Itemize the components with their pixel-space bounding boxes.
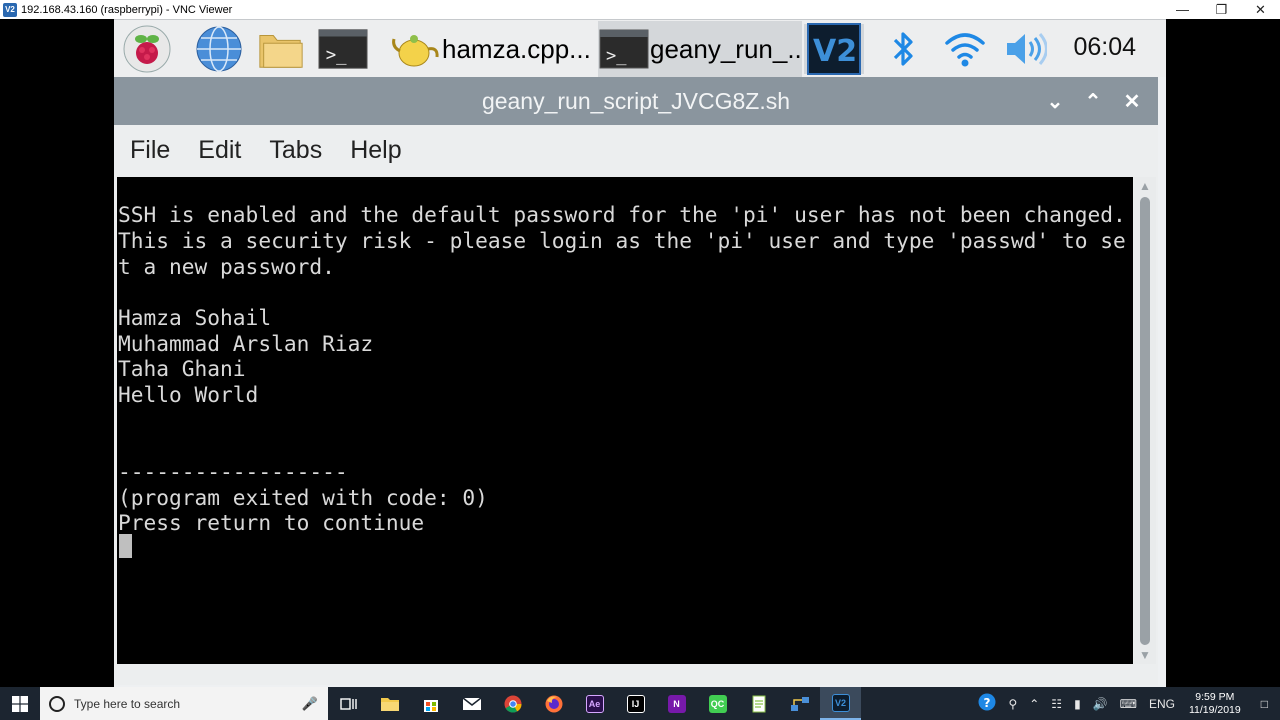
close-icon[interactable]: ✕ xyxy=(1117,86,1147,116)
terminal-scrollbar[interactable]: ▲ ▼ xyxy=(1134,177,1156,664)
scroll-up-arrow-icon[interactable]: ▲ xyxy=(1134,177,1156,195)
terminal-line: This is a security risk - please login a… xyxy=(118,228,1126,253)
file-manager-folder-icon[interactable] xyxy=(256,24,306,74)
terminal-line: Muhammad Arslan Riaz xyxy=(118,331,374,356)
menu-tabs[interactable]: Tabs xyxy=(269,136,322,165)
terminal-menubar: File Edit Tabs Help xyxy=(114,125,1158,175)
speaker-icon[interactable]: 🔊 xyxy=(1087,697,1114,711)
task-view-icon[interactable] xyxy=(328,687,369,720)
microphone-icon[interactable]: 🎤 xyxy=(302,696,318,712)
terminal-line: t a new password. xyxy=(118,254,335,279)
panel-clock: 06:04 xyxy=(1073,33,1136,61)
firefox-icon[interactable] xyxy=(533,687,574,720)
scrollbar-thumb[interactable] xyxy=(1140,197,1150,645)
scroll-down-arrow-icon[interactable]: ▼ xyxy=(1134,646,1156,664)
mail-icon[interactable] xyxy=(451,687,492,720)
chevron-up-icon[interactable]: ⌃ xyxy=(1023,697,1045,711)
windows-search-box[interactable]: Type here to search 🎤 xyxy=(40,687,328,720)
terminal-line: Hello World xyxy=(118,382,259,407)
pi-panel: >_ hamza.cpp... >_ geany_run_... V2 06:0… xyxy=(114,19,1166,77)
close-icon[interactable]: ✕ xyxy=(1241,0,1280,19)
help-icon[interactable]: ? xyxy=(972,693,1002,714)
vnc-viewer-taskbar-icon[interactable]: V2 xyxy=(820,687,861,720)
language-indicator[interactable]: ENG xyxy=(1143,697,1181,711)
windows-taskbar: Type here to search 🎤 Ae IJ N QC V2 ? ⚲ … xyxy=(0,687,1280,720)
file-explorer-icon[interactable] xyxy=(369,687,410,720)
cortana-circle-icon xyxy=(49,695,65,712)
chevron-up-icon[interactable]: ⌃ xyxy=(1078,86,1108,116)
raspberry-menu-icon[interactable] xyxy=(122,24,172,74)
notepad-plus-icon[interactable] xyxy=(738,687,779,720)
terminal-line: (program exited with code: 0) xyxy=(118,485,488,510)
svg-text:>_: >_ xyxy=(606,46,627,66)
restore-icon[interactable]: ❐ xyxy=(1202,0,1241,19)
notification-icon[interactable]: □ xyxy=(1249,697,1280,711)
menu-file[interactable]: File xyxy=(130,136,170,165)
chevron-down-icon[interactable]: ⌄ xyxy=(1040,86,1070,116)
remote-desktop: >_ hamza.cpp... >_ geany_run_... V2 06:0… xyxy=(114,19,1166,687)
windows-start-icon[interactable] xyxy=(0,687,40,720)
datetime[interactable]: 9:59 PM 11/19/2019 xyxy=(1181,691,1249,717)
terminal-line: Taha Ghani xyxy=(118,356,246,381)
qt-creator-icon[interactable]: QC xyxy=(697,687,738,720)
people-icon[interactable]: ⚲ xyxy=(1002,697,1023,711)
text-cursor xyxy=(119,534,132,558)
svg-text:?: ? xyxy=(984,696,991,710)
terminal-line: SSH is enabled and the default password … xyxy=(118,202,1126,227)
bluetooth-icon[interactable] xyxy=(882,24,924,74)
volume-icon[interactable] xyxy=(1002,24,1048,74)
terminal-line: Hamza Sohail xyxy=(118,305,272,330)
minimize-icon[interactable]: — xyxy=(1163,0,1202,19)
terminal-output[interactable]: SSH is enabled and the default password … xyxy=(117,177,1133,664)
menu-help[interactable]: Help xyxy=(350,136,401,165)
menu-edit[interactable]: Edit xyxy=(198,136,241,165)
onenote-icon[interactable]: N xyxy=(656,687,697,720)
browser-globe-icon[interactable] xyxy=(194,24,244,74)
geany-teapot-icon xyxy=(390,25,442,73)
terminal-window: geany_run_script_JVCG8Z.sh ⌄ ⌃ ✕ File Ed… xyxy=(114,77,1158,685)
terminal-line: ------------------ xyxy=(118,459,348,484)
taskbar-date: 11/19/2019 xyxy=(1188,703,1241,716)
terminal-task-icon: >_ xyxy=(598,25,650,73)
store-bag-icon[interactable] xyxy=(410,687,451,720)
task-geany-run[interactable]: >_ geany_run_... xyxy=(598,21,802,77)
keyboard-icon[interactable]: ⌨ xyxy=(1114,697,1143,711)
search-placeholder: Type here to search xyxy=(74,696,181,711)
task-hamza-cpp[interactable]: hamza.cpp... xyxy=(390,21,596,77)
taskbar-time: 9:59 PM xyxy=(1195,690,1235,703)
terminal-launcher-icon[interactable]: >_ xyxy=(318,24,368,74)
vnc-titlebar: V2 192.168.43.160 (raspberrypi) - VNC Vi… xyxy=(0,0,1280,19)
task-label: hamza.cpp... xyxy=(442,33,591,64)
chrome-icon[interactable] xyxy=(492,687,533,720)
system-tray: ? ⚲ ⌃ ☷ ▮ 🔊 ⌨ ENG 9:59 PM 11/19/2019 □ xyxy=(972,687,1280,720)
svg-text:>_: >_ xyxy=(326,46,347,66)
network-icon[interactable]: ☷ xyxy=(1045,697,1068,711)
terminal-title: geany_run_script_JVCG8Z.sh xyxy=(481,87,791,114)
svg-text:V2: V2 xyxy=(813,34,857,69)
vnc-server-icon[interactable]: V2 xyxy=(804,23,864,75)
vnc-window-title: 192.168.43.160 (raspberrypi) - VNC Viewe… xyxy=(21,3,233,16)
terminal-line: Press return to continue xyxy=(118,510,425,535)
terminal-titlebar[interactable]: geany_run_script_JVCG8Z.sh ⌄ ⌃ ✕ xyxy=(114,77,1158,125)
battery-icon[interactable]: ▮ xyxy=(1068,697,1087,711)
task-label: geany_run_... xyxy=(650,33,802,64)
vnc-logo-icon: V2 xyxy=(3,2,17,17)
network-tool-icon[interactable] xyxy=(779,687,820,720)
wifi-icon[interactable] xyxy=(940,24,990,74)
after-effects-icon[interactable]: Ae xyxy=(574,687,615,720)
intellij-icon[interactable]: IJ xyxy=(615,687,656,720)
